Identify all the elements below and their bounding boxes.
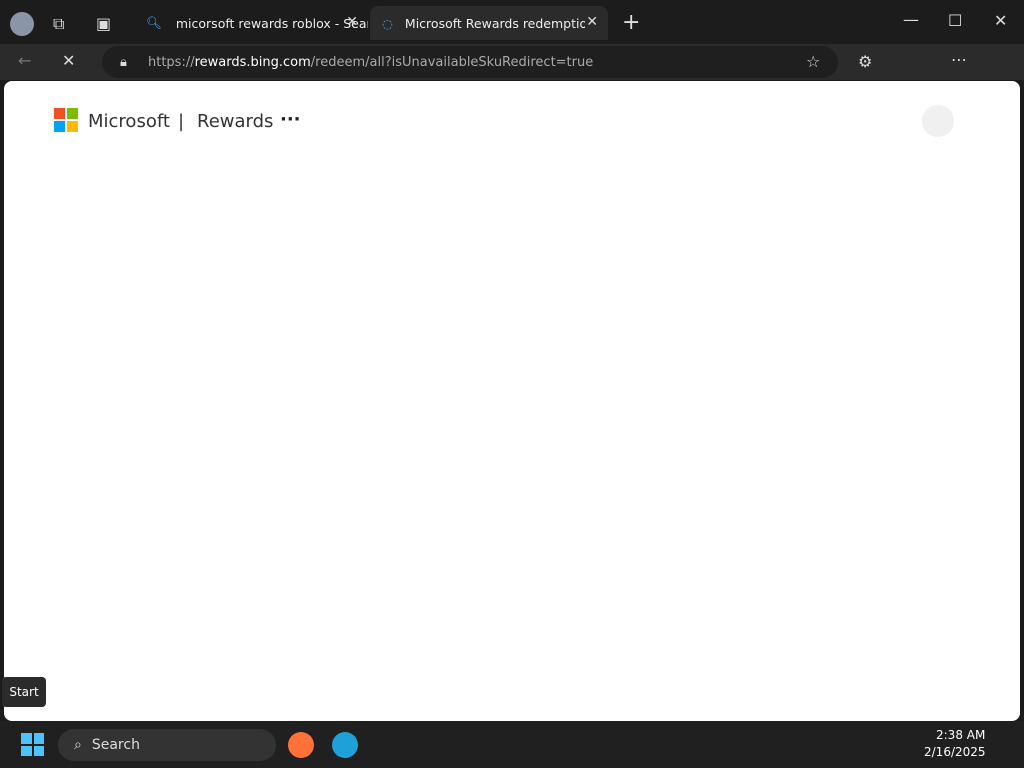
taskbar: ⌕ Search 2:38 AM 2/16/2025 xyxy=(0,721,1024,768)
tab-label: Microsoft Rewards redemption ce xyxy=(404,15,585,31)
more-icon[interactable]: ⋯ xyxy=(951,50,967,69)
profile-icon[interactable] xyxy=(10,12,34,36)
tab-rewards[interactable]: ◌ Microsoft Rewards redemption ce ✕ xyxy=(370,6,608,40)
web-content: Microsoft | Rewards ··· xyxy=(4,81,1020,721)
new-tab-icon[interactable]: + xyxy=(622,10,640,35)
account-button[interactable] xyxy=(922,105,954,137)
start-button[interactable] xyxy=(21,733,44,756)
url-prefix: https:// xyxy=(148,54,195,70)
section-title[interactable]: Rewards xyxy=(197,111,273,132)
close-window-icon[interactable]: ✕ xyxy=(994,11,1007,30)
extensions-icon[interactable]: ⚙ xyxy=(858,52,872,71)
header-divider: | xyxy=(178,111,185,132)
tab-actions-icon[interactable]: ▣ xyxy=(96,14,111,33)
clock-time[interactable]: 2:38 AM xyxy=(936,728,985,742)
url-host: rewards.bing.com xyxy=(194,54,311,70)
brand-name[interactable]: Microsoft xyxy=(88,111,170,132)
close-tab-icon[interactable]: ✕ xyxy=(586,14,598,30)
taskbar-search-label: Search xyxy=(91,737,140,753)
back-icon[interactable]: ← xyxy=(18,51,31,70)
loading-icon: ◌ xyxy=(382,15,393,31)
more-menu-button[interactable]: ··· xyxy=(280,109,301,130)
star-icon[interactable]: ☆ xyxy=(806,52,820,71)
firefox-icon[interactable] xyxy=(288,732,314,758)
workspaces-icon[interactable]: ⧉ xyxy=(53,14,64,34)
tab-strip: ⧉ ▣ 🔍︎ micorsoft rewards roblox - Search… xyxy=(0,0,1024,44)
stop-icon[interactable]: ✕ xyxy=(62,51,75,70)
start-tooltip: Start xyxy=(2,677,46,707)
toolbar: ← ✕ 🔒︎ https://rewards.bing.com/redeem/a… xyxy=(0,44,1024,80)
tab-search[interactable]: 🔍︎ micorsoft rewards roblox - Search ✕ xyxy=(134,6,368,40)
taskbar-search[interactable]: ⌕ Search xyxy=(58,729,276,761)
microsoft-logo-icon xyxy=(54,108,78,132)
maximize-icon[interactable]: ☐ xyxy=(948,11,962,30)
search-icon: 🔍︎ xyxy=(146,15,162,30)
lock-icon: 🔒︎ xyxy=(120,54,127,70)
edge-icon[interactable] xyxy=(332,732,358,758)
minimize-icon[interactable]: — xyxy=(903,10,919,29)
url-path: /redeem/all?isUnavailableSkuRedirect=tru… xyxy=(310,54,594,70)
address-bar[interactable]: 🔒︎ https://rewards.bing.com/redeem/all?i… xyxy=(102,46,838,78)
search-icon: ⌕ xyxy=(74,737,82,753)
clock-date[interactable]: 2/16/2025 xyxy=(924,745,986,759)
close-tab-icon[interactable]: ✕ xyxy=(346,14,358,30)
tab-label: micorsoft rewards roblox - Search xyxy=(175,15,368,31)
